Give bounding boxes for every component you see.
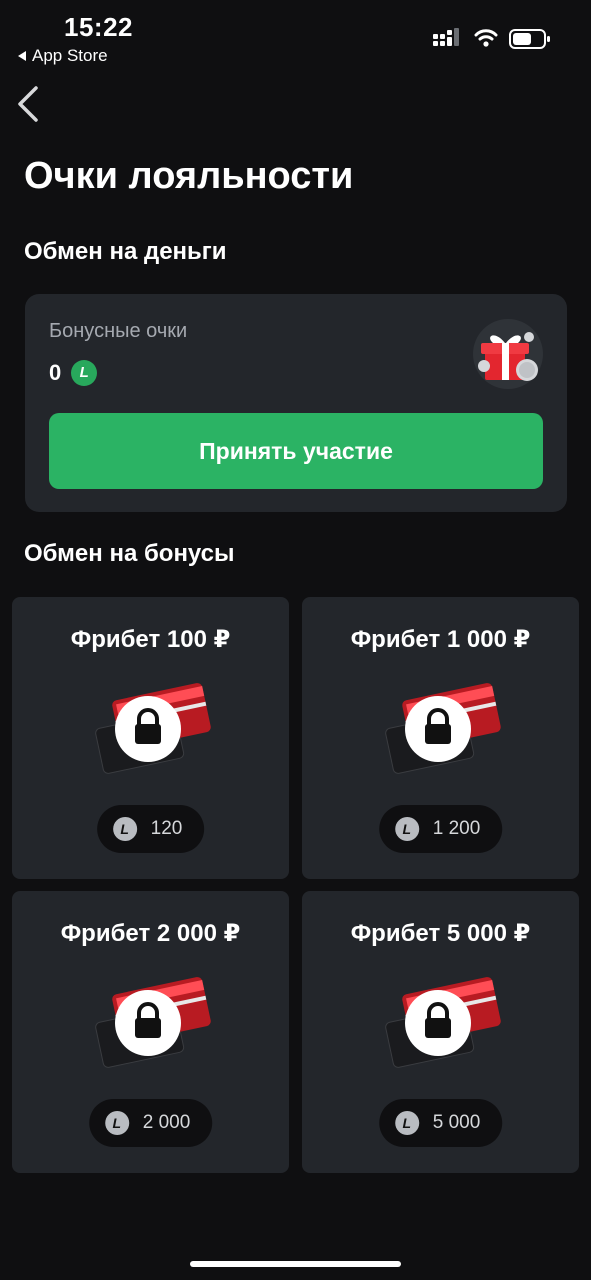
locked-ticket-icon [95,683,211,774]
page-title: Очки лояльности [24,155,354,197]
back-to-app-label: App Store [32,46,108,65]
money-section-title: Обмен на деньги [24,238,227,265]
freebet-title: Фрибет 1 000 ₽ [350,626,531,653]
gift-icon [473,319,543,389]
locked-ticket-icon [385,683,501,774]
coin-icon: L [394,1111,419,1135]
locked-ticket-icon [385,977,501,1068]
freebet-cost-badge: L 1 200 [378,805,503,853]
coin-letter: L [112,1115,122,1131]
freebet-title: Фрибет 2 000 ₽ [60,920,241,947]
bonus-section-title: Обмен на бонусы [24,540,235,567]
home-indicator[interactable] [190,1261,401,1267]
freebet-cost-badge: L 2 000 [88,1099,213,1147]
loyalty-coin-icon: L [71,360,98,386]
back-chevron-icon[interactable] [14,84,44,124]
freebet-cost: 1 200 [432,818,481,839]
back-to-app-link[interactable]: App Store [18,46,108,66]
freebet-card[interactable]: Фрибет 2 000 ₽ L 2 000 [12,891,289,1173]
battery-icon [509,29,550,49]
coin-icon: L [112,817,137,841]
coin-letter: L [402,1115,412,1131]
freebet-card[interactable]: Фрибет 1 000 ₽ L 1 200 [302,597,579,879]
status-time: 15:22 [64,12,133,42]
freebet-cost: 5 000 [432,1112,481,1133]
signal-icon [433,28,459,46]
coin-icon: L [104,1111,129,1135]
freebet-card[interactable]: Фрибет 5 000 ₽ L 5 000 [302,891,579,1173]
freebet-title: Фрибет 5 000 ₽ [350,920,531,947]
freebet-title: Фрибет 100 ₽ [70,626,231,653]
wifi-icon [474,29,498,47]
freebet-cost-badge: L 120 [96,805,205,853]
bonus-points-row: 0 L [49,360,98,386]
bonus-points-card: Бонусные очки 0 L Принять участие [25,294,567,512]
locked-ticket-icon [95,977,211,1068]
bonus-points-value: 0 [49,360,62,385]
freebet-cost: 120 [150,818,183,839]
status-bar: 15:22 App Store [0,0,591,80]
freebet-card[interactable]: Фрибет 100 ₽ L 120 [12,597,289,879]
join-button[interactable]: Принять участие [49,413,543,489]
coin-icon: L [394,817,419,841]
bonus-points-label: Бонусные очки [49,320,188,342]
freebet-cost: 2 000 [142,1112,191,1133]
freebet-cost-badge: L 5 000 [378,1099,503,1147]
coin-letter: L [79,364,89,381]
coin-letter: L [120,821,129,837]
coin-letter: L [402,821,412,837]
back-triangle-icon [18,51,26,61]
